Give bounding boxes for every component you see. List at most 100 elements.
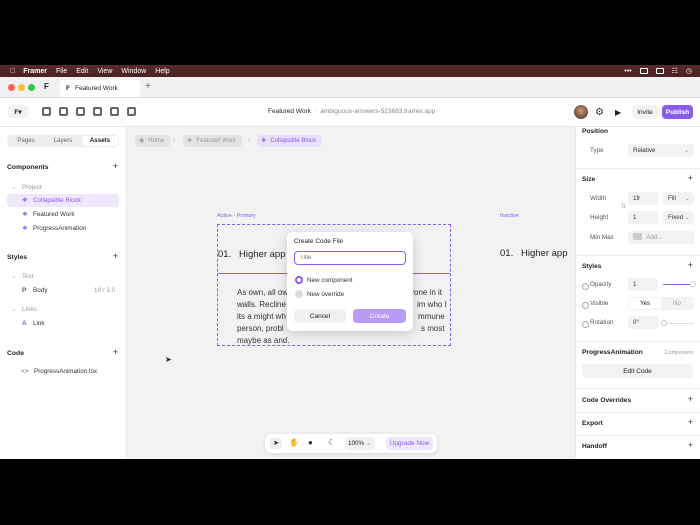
menu-view[interactable]: View [97,68,112,75]
opacity-slider[interactable] [663,281,696,287]
styles-heading: Styles [582,263,602,270]
framer-logo-icon[interactable]: F [44,82,49,91]
create-button[interactable]: Create [353,309,406,323]
battery-icon[interactable] [655,68,664,74]
menu-window[interactable]: Window [121,68,146,75]
gear-icon[interactable]: ⚙ [595,107,604,118]
avatar[interactable] [574,105,588,119]
frame-label-inactive[interactable]: Inactive [500,213,519,219]
tab-layers[interactable]: Layers [45,136,81,146]
opacity-variable-icon[interactable] [582,283,589,290]
new-tab-icon[interactable]: + [145,81,151,92]
dark-mode-icon[interactable]: ☾ [328,438,335,447]
rotation-slider[interactable] [661,320,694,326]
export-heading[interactable]: Export [582,420,603,427]
tab-assets[interactable]: Assets [82,136,118,146]
menu-file[interactable]: File [56,68,67,75]
code-overrides-heading[interactable]: Code Overrides [582,397,631,404]
add-handoff-icon[interactable]: + [688,440,693,450]
upgrade-now-button[interactable]: Upgrade Now [386,437,433,450]
add-export-icon[interactable]: + [688,417,693,427]
add-override-icon[interactable]: + [688,394,693,404]
cms-icon[interactable] [110,107,119,116]
publish-button[interactable]: Publish [662,105,693,119]
visible-toggle[interactable]: Yes No [628,297,694,310]
link-dimensions-icon[interactable]: ⇅ [621,203,626,210]
add-style-icon[interactable]: + [113,251,118,261]
minmax-add-button[interactable]: Add... [628,231,694,244]
doc-url[interactable]: ambiguous-answers-523683.framer.app [320,108,435,115]
add-code-icon[interactable]: + [113,347,118,357]
divider [576,168,700,169]
breadcrumb-featured-work[interactable]: ❖ Featured Work [183,135,242,147]
width-input[interactable]: 1fr [628,192,658,205]
list-item-progress-animation[interactable]: ❖ ProgressAnimation [7,222,119,235]
dialog-title: Create Code File [294,238,344,245]
invite-button[interactable]: Invite [632,105,658,119]
control-center-icon[interactable]: ☷ [672,67,678,75]
breadcrumb-home[interactable]: ◉ Home [135,135,171,147]
radio-new-override[interactable] [295,290,303,298]
hand-tool-icon[interactable]: ✋ [289,438,299,447]
code-file-icon: <> [21,368,29,375]
list-item-collapsible-block[interactable]: ❖ Collapsible Block [7,194,119,207]
rotation-variable-icon[interactable] [582,321,589,328]
list-item-featured-work[interactable]: ❖ Featured Work [7,208,119,221]
clock-icon[interactable]: ◷ [686,67,692,75]
opacity-input[interactable]: 1 [628,278,658,291]
visible-yes[interactable]: Yes [629,298,661,309]
rotation-input[interactable]: 0° [628,316,658,329]
links-group[interactable]: ⌄ Links [7,303,119,316]
more-icon[interactable]: ••• [624,68,631,75]
text-group[interactable]: ⌄ Text [7,270,119,283]
type-select[interactable]: Relative ⌄ [628,144,694,157]
menu-help[interactable]: Help [155,68,169,75]
breadcrumb-collapsible-block[interactable]: ❖ Collapsible Block [257,135,323,147]
divider [576,435,700,436]
add-style-icon[interactable]: + [688,260,693,270]
slider-handle[interactable] [690,281,696,287]
list-item-body-style[interactable]: P Body 18 / 3.0 [7,284,119,297]
breadcrumb-label: Collapsible Block [270,138,317,144]
height-mode-value: Fixed [668,214,684,221]
slider-handle[interactable] [661,320,667,326]
add-component-icon[interactable]: + [113,161,118,171]
screen-icon[interactable] [639,68,648,74]
height-input[interactable]: 1 [628,211,658,224]
layout-icon[interactable] [59,107,68,116]
edit-code-button[interactable]: Edit Code [582,364,693,378]
components-icon[interactable] [93,107,102,116]
window-tab-bar: F F Featured Work + [0,77,700,98]
add-size-icon[interactable]: + [688,173,693,183]
visible-no[interactable]: No [661,298,693,309]
zoom-select[interactable]: 100% ⌄ [345,437,375,450]
bottom-toolbar: ➤ ✋ ● ☾ 100% ⌄ Upgrade Now [265,434,437,453]
list-item-code-file[interactable]: <> ProgressAnimation.tsx [7,365,119,378]
close-window-button[interactable] [8,84,15,91]
list-item-link-style[interactable]: A Link [7,317,119,330]
apple-icon[interactable]:  [10,68,15,75]
menu-edit[interactable]: Edit [76,68,88,75]
visible-variable-icon[interactable] [582,302,589,309]
text-tool-icon[interactable] [76,107,85,116]
play-icon[interactable]: ▶ [615,108,621,117]
insert-icon[interactable] [42,107,51,116]
component-icon: ❖ [22,225,28,232]
project-group[interactable]: ⌄ Project [7,181,119,194]
comment-icon[interactable]: ● [308,438,313,447]
frame-label-active[interactable]: Active - Primary [217,213,256,219]
zoom-window-button[interactable] [28,84,35,91]
menu-app[interactable]: Framer [23,68,47,75]
handoff-heading[interactable]: Handoff [582,443,607,450]
cancel-button[interactable]: Cancel [294,309,346,323]
title-input[interactable] [294,251,406,265]
width-mode-select[interactable]: Fill ⌄ [663,192,694,205]
plugins-icon[interactable] [127,107,136,116]
height-mode-select[interactable]: Fixed ⌄ [663,211,694,224]
radio-new-component[interactable] [295,276,303,284]
framer-menu-button[interactable]: F▾ [8,105,28,118]
tab-featured-work[interactable]: F Featured Work [60,80,140,97]
tab-pages[interactable]: Pages [8,136,44,146]
minimize-window-button[interactable] [18,84,25,91]
select-tool-icon[interactable]: ➤ [270,438,282,449]
